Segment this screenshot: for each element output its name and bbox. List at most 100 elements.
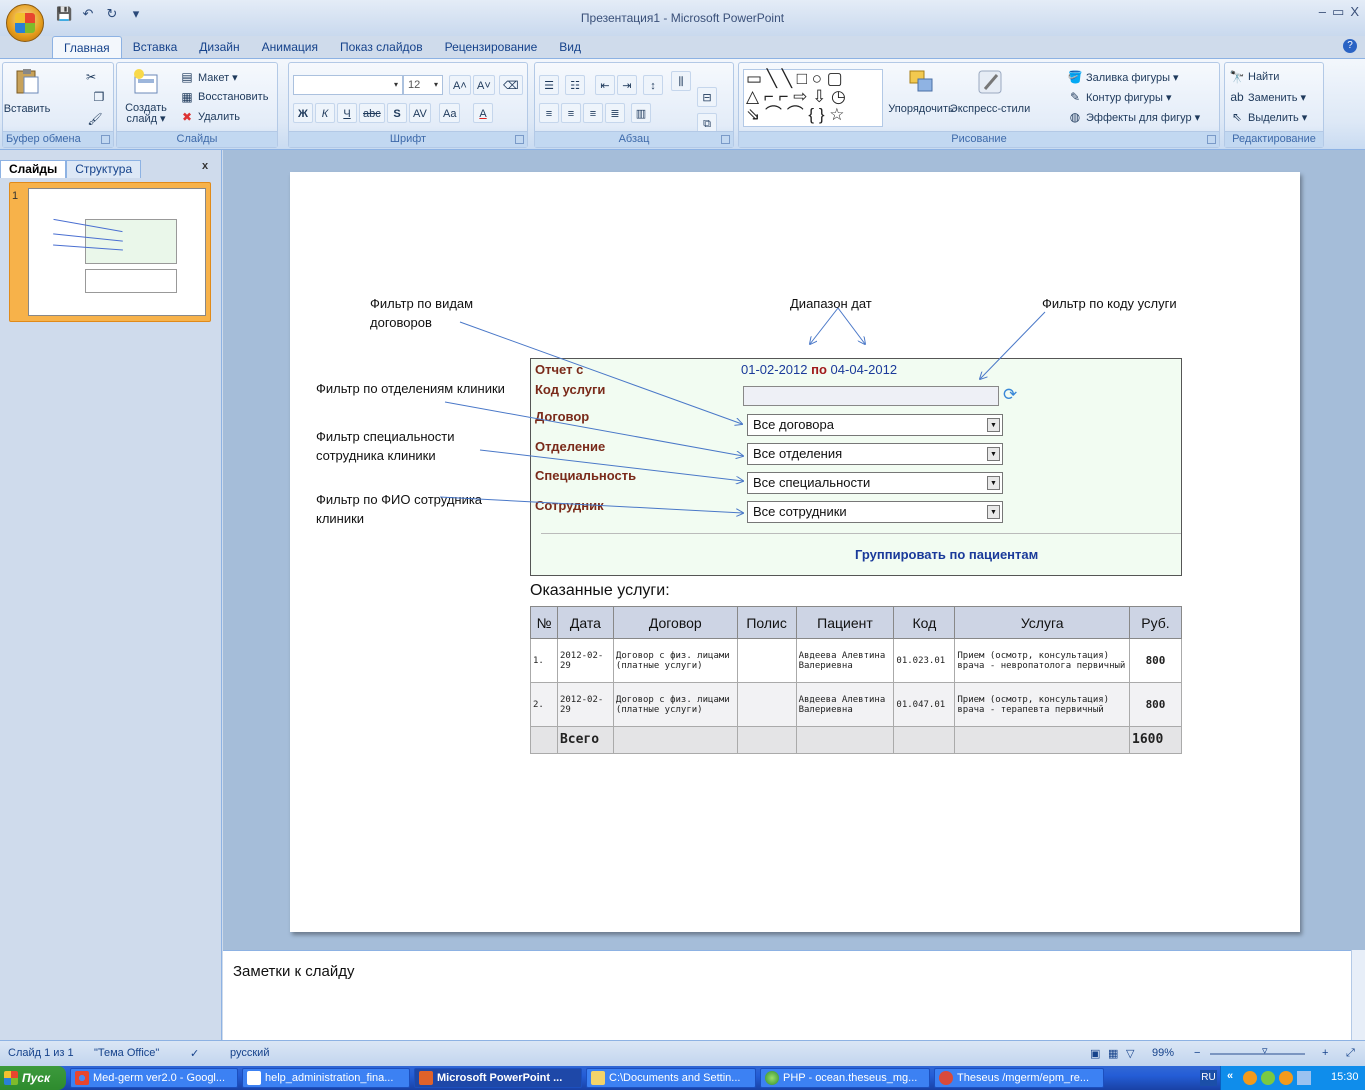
delete-slide-button[interactable]: ✖ Удалить: [179, 109, 240, 125]
grow-font-button[interactable]: A˄: [449, 75, 471, 95]
sorter-view-icon[interactable]: ▦: [1108, 1047, 1118, 1060]
new-slide-button[interactable]: Создать слайд ▾: [123, 67, 169, 125]
minimize-button[interactable]: –: [1319, 4, 1326, 20]
customize-qat-icon[interactable]: ▾: [128, 6, 144, 22]
align-center-icon[interactable]: ≡: [561, 103, 581, 123]
tray-app-icon[interactable]: [1261, 1071, 1275, 1085]
justify-icon[interactable]: ≣: [605, 103, 625, 123]
redo-icon[interactable]: ↻: [104, 6, 120, 22]
clock[interactable]: 15:30: [1331, 1071, 1359, 1083]
language-status[interactable]: русский: [230, 1047, 269, 1059]
shapes-gallery[interactable]: ▭ ╲ ╲ □ ○ ▢ △ ⌐ ⌐ ⇨ ⇩ ◷ ⇘ ⌒ ⌒ { } ☆: [743, 69, 883, 127]
slide-canvas[interactable]: Фильтр по видам договоров Диапазон дат Ф…: [290, 172, 1300, 932]
taskbar-item-word[interactable]: help_administration_fina...: [242, 1068, 410, 1088]
taskbar-item-theseus[interactable]: Theseus /mgerm/epm_re...: [934, 1068, 1104, 1088]
find-button[interactable]: 🔭 Найти: [1229, 69, 1280, 85]
refresh-icon[interactable]: ⟳: [1003, 385, 1017, 405]
tab-design[interactable]: Дизайн: [188, 36, 250, 58]
underline-button[interactable]: Ч: [337, 103, 357, 123]
strikethrough-button[interactable]: abc: [359, 103, 385, 123]
office-button[interactable]: [6, 4, 44, 42]
smartart-icon[interactable]: ⧉: [697, 113, 717, 133]
format-painter-icon[interactable]: 🖌: [87, 111, 103, 127]
align-left-icon[interactable]: ≡: [539, 103, 559, 123]
fit-slide-icon[interactable]: ⤢: [1346, 1047, 1355, 1060]
clipboard-launcher-icon[interactable]: [101, 135, 110, 144]
tab-slideshow[interactable]: Показ слайдов: [329, 36, 434, 58]
date-to[interactable]: 04-04-2012: [831, 362, 898, 377]
taskbar-item-powerpoint[interactable]: Microsoft PowerPoint ...: [414, 1068, 582, 1088]
tab-insert[interactable]: Вставка: [122, 36, 189, 58]
specialty-select[interactable]: Все специальности ▼: [747, 472, 1003, 494]
normal-view-icon[interactable]: ▣: [1090, 1047, 1100, 1060]
contract-select[interactable]: Все договора ▼: [747, 414, 1003, 436]
group-by-patients-link[interactable]: Группировать по пациентам: [855, 547, 1038, 562]
shadow-button[interactable]: S: [387, 103, 407, 123]
copy-icon[interactable]: ❐: [91, 89, 107, 105]
zoom-slider[interactable]: [1210, 1053, 1305, 1055]
font-color-button[interactable]: A: [473, 103, 493, 123]
paste-button[interactable]: Вставить: [4, 67, 50, 115]
zoom-out-button[interactable]: −: [1194, 1047, 1200, 1059]
zoom-in-button[interactable]: +: [1322, 1047, 1328, 1059]
replace-button[interactable]: ab Заменить ▾: [1229, 89, 1306, 105]
tab-home[interactable]: Главная: [52, 36, 122, 58]
tab-animation[interactable]: Анимация: [251, 36, 329, 58]
notes-scrollbar[interactable]: [1351, 950, 1365, 1040]
tab-slides[interactable]: Слайды: [0, 160, 67, 178]
tab-review[interactable]: Рецензирование: [434, 36, 549, 58]
bullets-icon[interactable]: ☰: [539, 75, 559, 95]
date-from[interactable]: 01-02-2012: [741, 362, 808, 377]
numbering-icon[interactable]: ☷: [565, 75, 585, 95]
tab-view[interactable]: Вид: [548, 36, 592, 58]
save-icon[interactable]: 💾: [56, 6, 72, 22]
pane-close-icon[interactable]: x: [202, 160, 208, 172]
arrange-button[interactable]: Упорядочить: [888, 67, 954, 115]
network-icon[interactable]: [1297, 1071, 1311, 1085]
restore-button[interactable]: ▭: [1332, 4, 1344, 20]
change-case-button[interactable]: Aa: [439, 103, 461, 123]
tab-outline[interactable]: Структура: [66, 160, 142, 178]
spellcheck-icon[interactable]: ✓: [190, 1047, 199, 1060]
help-icon[interactable]: ?: [1343, 39, 1357, 53]
shape-outline-button[interactable]: ✎ Контур фигуры ▾: [1067, 89, 1172, 105]
department-select[interactable]: Все отделения ▼: [747, 443, 1003, 465]
align-text-icon[interactable]: ⊟: [697, 87, 717, 107]
zoom-level[interactable]: 99%: [1152, 1047, 1174, 1059]
cut-icon[interactable]: ✂: [83, 69, 99, 85]
undo-icon[interactable]: ↶: [80, 6, 96, 22]
shape-fill-button[interactable]: 🪣 Заливка фигуры ▾: [1067, 69, 1179, 85]
decrease-indent-icon[interactable]: ⇤: [595, 75, 615, 95]
quick-styles-button[interactable]: Экспресс-стили: [950, 67, 1030, 115]
tray-app-icon[interactable]: [1243, 1071, 1257, 1085]
service-code-input[interactable]: [743, 386, 999, 406]
start-button[interactable]: Пуск: [0, 1066, 66, 1090]
layout-button[interactable]: ▤ Макет ▾: [179, 69, 237, 85]
shrink-font-button[interactable]: A˅: [473, 75, 495, 95]
slideshow-view-icon[interactable]: ▽: [1126, 1047, 1134, 1060]
char-spacing-button[interactable]: AV: [409, 103, 431, 123]
taskbar-item-chrome[interactable]: Med-germ ver2.0 - Googl...: [70, 1068, 238, 1088]
columns-icon[interactable]: ▥: [631, 103, 651, 123]
increase-indent-icon[interactable]: ⇥: [617, 75, 637, 95]
drawing-launcher-icon[interactable]: [1207, 135, 1216, 144]
employee-select[interactable]: Все сотрудники ▼: [747, 501, 1003, 523]
taskbar-item-php[interactable]: PHP - ocean.theseus_mg...: [760, 1068, 930, 1088]
font-size-combo[interactable]: 12 ▾: [403, 75, 443, 95]
bold-button[interactable]: Ж: [293, 103, 313, 123]
taskbar-item-explorer[interactable]: C:\Documents and Settin...: [586, 1068, 756, 1088]
slide-thumbnail[interactable]: [9, 182, 211, 322]
zoom-thumb-icon[interactable]: ▿: [1262, 1044, 1268, 1057]
align-right-icon[interactable]: ≡: [583, 103, 603, 123]
select-button[interactable]: ⇖ Выделить ▾: [1229, 109, 1307, 125]
font-name-combo[interactable]: ▾: [293, 75, 403, 95]
text-direction-icon[interactable]: ⫼: [671, 71, 691, 91]
close-button[interactable]: X: [1350, 4, 1359, 20]
italic-button[interactable]: К: [315, 103, 335, 123]
keyboard-language[interactable]: RU: [1200, 1070, 1217, 1086]
shape-effects-button[interactable]: ◍ Эффекты для фигур ▾: [1067, 109, 1200, 125]
reset-button[interactable]: ▦ Восстановить: [179, 89, 268, 105]
font-launcher-icon[interactable]: [515, 135, 524, 144]
line-spacing-icon[interactable]: ↕: [643, 75, 663, 95]
clear-format-icon[interactable]: ⌫: [499, 75, 523, 95]
